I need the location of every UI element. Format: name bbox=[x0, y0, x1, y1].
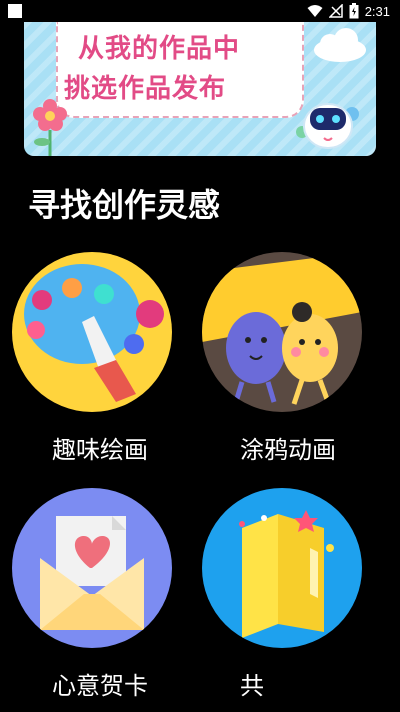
category-shared[interactable]: 共 bbox=[202, 488, 366, 700]
cloud-decoration-icon bbox=[314, 28, 366, 62]
banner-line-1: 从我的作品中 bbox=[78, 34, 241, 64]
section-title: 寻找创作灵感 bbox=[28, 186, 221, 224]
banner-line-2: 挑选作品发布 bbox=[64, 74, 227, 104]
robot-mascot-icon bbox=[296, 103, 359, 149]
flower-decoration-icon bbox=[33, 99, 67, 156]
palette-icon bbox=[24, 264, 164, 402]
greeting-card-thumbnail bbox=[12, 488, 172, 648]
category-greeting-card[interactable]: 心意贺卡 bbox=[12, 488, 176, 700]
notification-icon bbox=[8, 4, 22, 18]
envelope-heart-icon bbox=[40, 516, 144, 630]
category-label: 心意贺卡 bbox=[52, 672, 148, 700]
category-fun-painting[interactable]: 趣味绘画 bbox=[12, 252, 176, 464]
status-bar: 2:31 bbox=[0, 0, 400, 22]
doodle-animation-thumbnail bbox=[202, 252, 362, 412]
battery-icon bbox=[349, 3, 359, 19]
wifi-icon bbox=[307, 5, 323, 17]
category-label: 涂鸦动画 bbox=[240, 436, 336, 464]
doodle-characters-icon bbox=[202, 252, 362, 405]
publish-works-banner[interactable]: 从我的作品中 挑选作品发布 bbox=[24, 22, 376, 156]
shared-thumbnail bbox=[202, 488, 362, 648]
category-label: 共 bbox=[240, 672, 264, 700]
book-icon bbox=[239, 510, 334, 638]
category-doodle-animation[interactable]: 涂鸦动画 bbox=[202, 252, 366, 464]
signal-icon bbox=[328, 4, 343, 18]
status-icons: 2:31 bbox=[307, 2, 390, 20]
status-time: 2:31 bbox=[364, 3, 390, 19]
category-label: 趣味绘画 bbox=[52, 436, 148, 464]
fun-painting-thumbnail bbox=[12, 252, 172, 412]
